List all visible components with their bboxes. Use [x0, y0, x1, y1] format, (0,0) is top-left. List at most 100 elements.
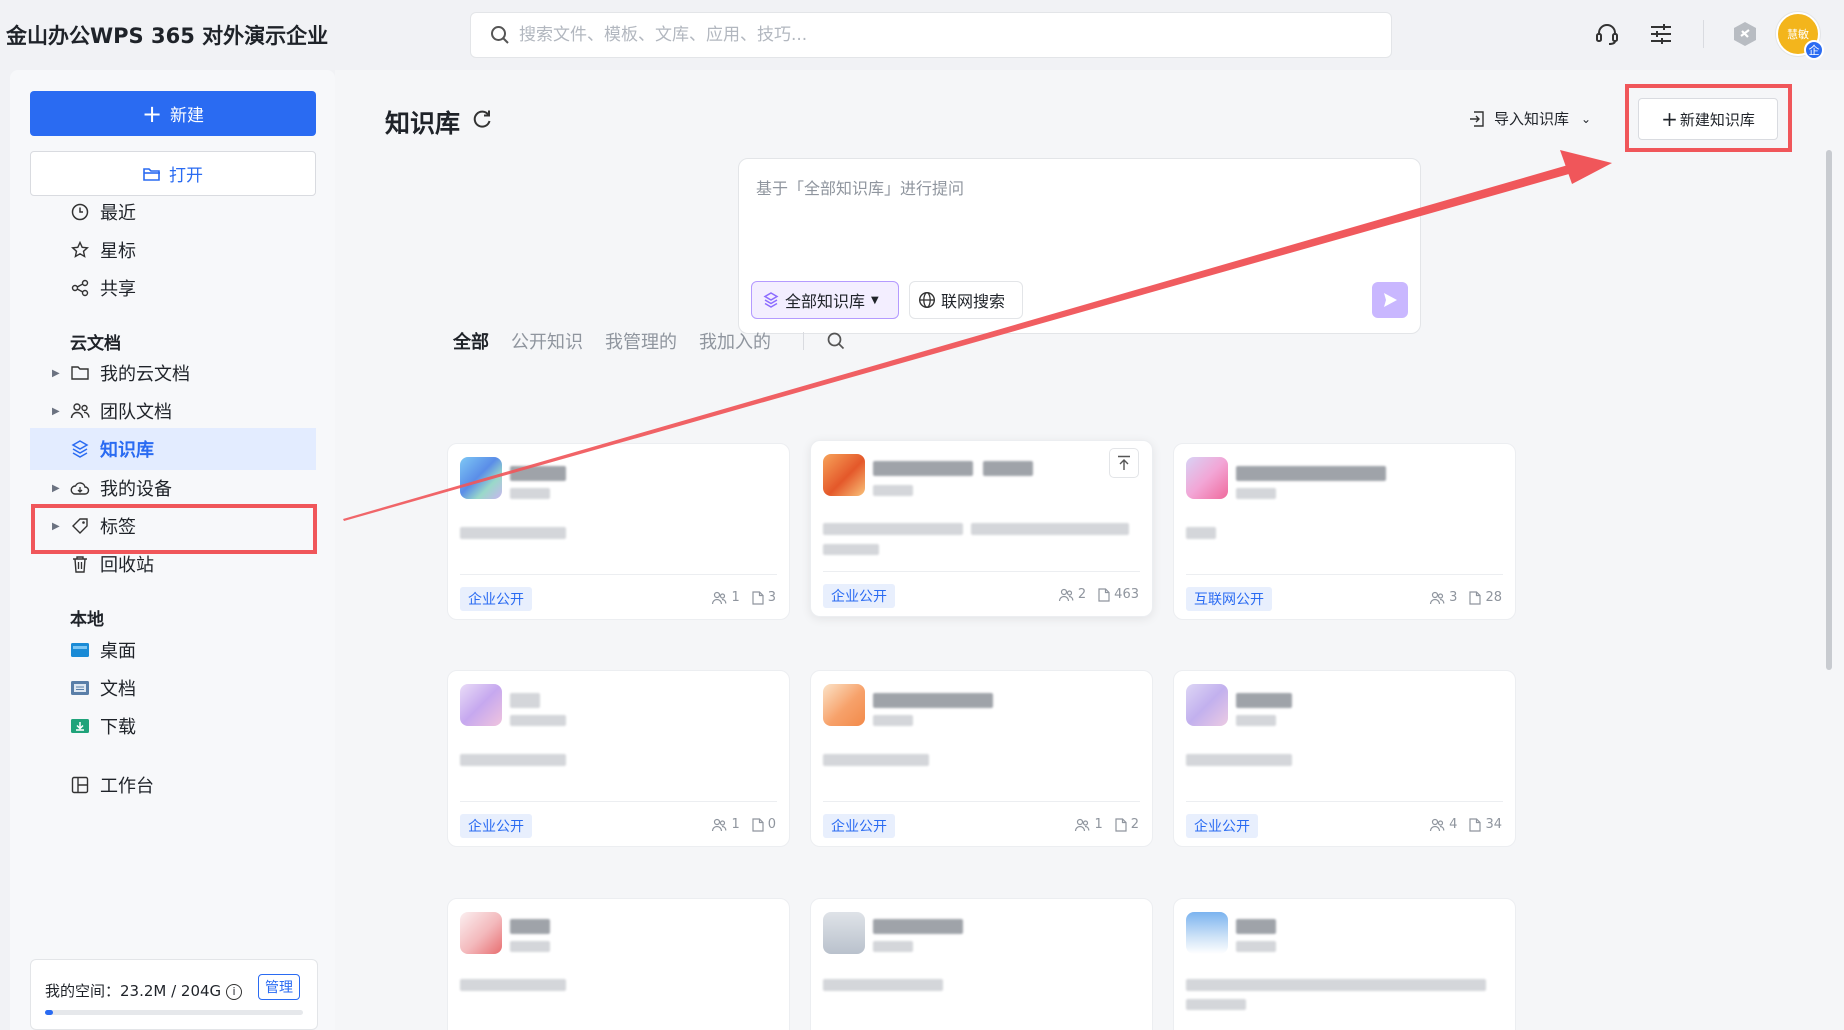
- search-icon: [491, 26, 509, 44]
- card-cover-image: [823, 454, 865, 496]
- scope-selector[interactable]: 全部知识库 ▼: [751, 281, 899, 319]
- sidebar-item-team-docs[interactable]: ▶ 团队文档: [30, 390, 316, 432]
- refresh-icon[interactable]: [471, 108, 493, 130]
- web-search-toggle[interactable]: 联网搜索: [909, 281, 1023, 319]
- search-input[interactable]: [519, 25, 1379, 45]
- document-count: 2: [1130, 817, 1139, 832]
- highlight-box-knowledge-base: [31, 504, 317, 554]
- expand-caret-icon[interactable]: ▶: [52, 483, 60, 494]
- knowledge-card[interactable]: 企业公开 1 0: [447, 670, 790, 847]
- knowledge-card[interactable]: 互联网公开 3 28: [1173, 443, 1516, 620]
- visibility-badge: 互联网公开: [1186, 587, 1272, 611]
- sidebar-item-label: 星标: [100, 241, 136, 262]
- send-button[interactable]: [1372, 282, 1408, 318]
- avatar-text: 慧敏: [1787, 28, 1809, 41]
- sidebar-item-documents[interactable]: 文档: [30, 667, 316, 709]
- visibility-badge: 企业公开: [823, 584, 895, 608]
- members-icon: [1058, 588, 1074, 602]
- sidebar-item-desktop[interactable]: 桌面: [30, 629, 316, 671]
- chevron-down-icon: ⌄: [1581, 111, 1592, 126]
- expand-caret-icon[interactable]: ▶: [52, 406, 60, 417]
- sidebar-item-shared[interactable]: 共享: [30, 267, 316, 309]
- page-title: 知识库: [385, 109, 461, 138]
- card-stats: 1 0: [711, 817, 776, 832]
- enterprise-badge: 企: [1804, 40, 1824, 60]
- members-icon: [1429, 591, 1445, 605]
- folder-open-icon: [143, 167, 160, 181]
- tab-all[interactable]: 全部: [453, 328, 489, 354]
- open-button-label: 打开: [169, 166, 203, 186]
- info-icon[interactable]: i: [225, 983, 242, 1000]
- tab-managed[interactable]: 我管理的: [605, 328, 677, 354]
- knowledge-card[interactable]: 企业公开 4 34: [1173, 670, 1516, 847]
- import-knowledge-base-label: 导入知识库: [1494, 110, 1570, 128]
- global-search[interactable]: [470, 12, 1392, 58]
- member-count: 4: [1449, 817, 1458, 832]
- manage-storage-button[interactable]: 管理: [258, 974, 300, 1000]
- import-knowledge-base-menu[interactable]: 导入知识库 ⌄: [1468, 108, 1591, 129]
- shield-status-icon[interactable]: [1731, 20, 1759, 48]
- knowledge-card[interactable]: [1173, 898, 1516, 1030]
- sidebar-item-label: 团队文档: [100, 402, 172, 423]
- download-folder-icon: [70, 716, 90, 736]
- sidebar-item-my-devices[interactable]: ▶ 我的设备: [30, 467, 316, 509]
- cloud-device-icon: [70, 478, 90, 498]
- sidebar-item-my-cloud-docs[interactable]: ▶ 我的云文档: [30, 352, 316, 394]
- card-cover-image: [1186, 912, 1228, 954]
- member-count: 3: [1449, 590, 1458, 605]
- search-icon[interactable]: [826, 331, 846, 351]
- member-count: 2: [1077, 587, 1087, 602]
- section-cloud-docs: 云文档: [70, 334, 121, 354]
- new-button-label: 新建: [170, 106, 205, 126]
- sidebar-item-workbench[interactable]: 工作台: [30, 764, 316, 806]
- member-count: 1: [731, 817, 740, 832]
- main-scrollbar[interactable]: [1826, 150, 1832, 670]
- globe-icon: [918, 291, 936, 309]
- visibility-badge: 企业公开: [460, 814, 532, 838]
- expand-caret-icon[interactable]: ▶: [52, 368, 60, 379]
- team-icon: [70, 401, 90, 421]
- ai-question-box[interactable]: 基于「全部知识库」进行提问 全部知识库 ▼ 联网搜索: [738, 158, 1421, 334]
- avatar[interactable]: 慧敏 企: [1776, 12, 1824, 60]
- document-icon: [752, 817, 764, 832]
- sidebar-item-label: 知识库: [100, 440, 154, 461]
- knowledge-card[interactable]: 企业公开 1 3: [447, 443, 790, 620]
- new-button[interactable]: + 新建: [30, 91, 316, 136]
- knowledge-card[interactable]: 企业公开 1 2: [810, 670, 1153, 847]
- pin-to-top-icon[interactable]: [1109, 448, 1139, 478]
- visibility-badge: 企业公开: [823, 814, 895, 838]
- tab-joined[interactable]: 我加入的: [699, 328, 771, 354]
- plus-icon: +: [141, 99, 163, 128]
- card-stats: 3 28: [1429, 590, 1502, 605]
- card-stats: 2 463: [1058, 587, 1139, 602]
- main-content: 知识库 导入知识库 ⌄ + 新建知识库 基于「全部知识库」进行提问 全部知识库 …: [335, 70, 1844, 1030]
- document-count: 463: [1114, 587, 1139, 602]
- top-divider: [1703, 20, 1704, 48]
- send-icon: [1384, 293, 1397, 307]
- scope-label: 全部知识库: [785, 292, 866, 311]
- card-cover-image: [823, 912, 865, 954]
- sidebar-item-starred[interactable]: 星标: [30, 229, 316, 271]
- card-cover-image: [1186, 684, 1228, 726]
- sidebar-item-downloads[interactable]: 下载: [30, 705, 316, 747]
- storage-panel: 我的空间：23.2M / 204G i 管理: [30, 959, 318, 1030]
- members-icon: [1429, 818, 1445, 832]
- sidebar-item-knowledge-base[interactable]: 知识库: [30, 428, 316, 470]
- tab-public[interactable]: 公开知识: [511, 328, 583, 354]
- storage-progress-fill: [45, 1010, 53, 1015]
- knowledge-card[interactable]: [447, 898, 790, 1030]
- visibility-badge: 企业公开: [1186, 814, 1258, 838]
- card-stats: 4 34: [1429, 817, 1502, 832]
- open-button[interactable]: 打开: [30, 151, 316, 196]
- settings-sliders-icon[interactable]: [1647, 20, 1675, 48]
- trash-icon: [70, 554, 90, 574]
- member-count: 1: [1094, 817, 1103, 832]
- sidebar-item-recent[interactable]: 最近: [30, 191, 316, 233]
- knowledge-card[interactable]: [810, 898, 1153, 1030]
- knowledge-card[interactable]: 企业公开 2 463: [810, 440, 1153, 617]
- ai-question-input[interactable]: 基于「全部知识库」进行提问: [756, 175, 964, 199]
- customer-service-icon[interactable]: [1593, 20, 1621, 48]
- card-cover-image: [460, 684, 502, 726]
- document-count: 34: [1485, 817, 1502, 832]
- document-icon: [1469, 590, 1482, 605]
